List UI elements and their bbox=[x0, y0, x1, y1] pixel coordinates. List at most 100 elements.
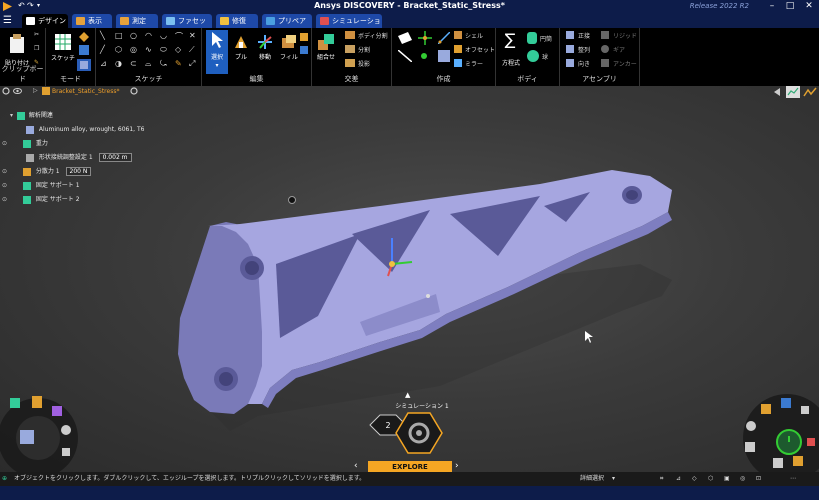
graph-panel-icon[interactable] bbox=[803, 86, 817, 98]
status-tool-3-icon[interactable]: ◇ bbox=[692, 472, 697, 486]
origin-icon[interactable] bbox=[418, 31, 432, 45]
radial-option-3-icon[interactable] bbox=[52, 406, 62, 416]
status-tool-6-icon[interactable]: ◎ bbox=[740, 472, 745, 486]
view-section-icon[interactable] bbox=[807, 438, 815, 446]
move-icon[interactable] bbox=[257, 34, 273, 50]
anchor-button[interactable]: アンカー bbox=[613, 59, 637, 68]
tree-support-2[interactable]: ⊙ 固定 サポート 2 bbox=[2, 194, 80, 206]
shell-button[interactable]: シェル bbox=[465, 31, 483, 40]
support1-settings-icon[interactable]: ⊙ bbox=[2, 182, 7, 189]
mirror-icon[interactable] bbox=[454, 59, 462, 67]
close-button[interactable]: ✕ bbox=[800, 0, 818, 13]
force-settings-icon[interactable]: ⊙ bbox=[2, 168, 7, 175]
combine-icon[interactable] bbox=[318, 34, 334, 50]
tab-display[interactable]: 表示 bbox=[72, 14, 112, 28]
status-tool-4-icon[interactable]: ⬡ bbox=[708, 472, 713, 486]
gravity-settings-icon[interactable]: ⊙ bbox=[2, 140, 7, 147]
line-tool-icon[interactable]: ╲ bbox=[100, 31, 105, 40]
view-control-wheel[interactable] bbox=[735, 386, 819, 472]
project-button[interactable]: 投影 bbox=[358, 59, 370, 68]
cylinder-icon[interactable] bbox=[527, 32, 537, 44]
force-value-field[interactable]: 200 N bbox=[65, 167, 92, 176]
point-create-icon[interactable] bbox=[418, 50, 430, 62]
point-tool-icon[interactable]: ◎ bbox=[130, 45, 137, 54]
shell-icon[interactable] bbox=[454, 31, 462, 39]
status-tool-7-icon[interactable]: ⊡ bbox=[756, 472, 761, 486]
bend-tool-icon[interactable]: ⤿ bbox=[160, 59, 167, 69]
orient-button[interactable]: 整列 bbox=[578, 45, 590, 54]
view-direction-icon[interactable] bbox=[774, 87, 784, 97]
extend-tool-icon[interactable]: ⟋ bbox=[189, 45, 195, 55]
copy-icon[interactable]: ❐ bbox=[34, 45, 39, 52]
edit-extra-icon[interactable] bbox=[300, 33, 308, 41]
simulation-control[interactable]: 2 bbox=[366, 411, 456, 459]
status-tool-2-icon[interactable]: ⊿ bbox=[676, 472, 681, 486]
direction-icon[interactable] bbox=[566, 59, 574, 67]
section-mode-icon[interactable] bbox=[79, 32, 89, 42]
offset-tool-icon[interactable]: ◇ bbox=[175, 45, 181, 54]
pull-button[interactable]: プル bbox=[230, 52, 252, 61]
status-tool-1-icon[interactable]: ⌗ bbox=[660, 472, 663, 486]
tree-gravity[interactable]: ⊙ 重力 bbox=[2, 138, 48, 150]
cylinder-create-icon[interactable] bbox=[438, 50, 450, 62]
visibility-eye-icon[interactable] bbox=[13, 87, 22, 95]
orient-icon[interactable] bbox=[566, 45, 574, 53]
view-rotate-icon[interactable] bbox=[746, 421, 756, 431]
equation-button[interactable]: 方程式 bbox=[498, 58, 524, 67]
view-fit-icon[interactable] bbox=[773, 458, 783, 468]
tab-measure[interactable]: 測定 bbox=[116, 14, 158, 28]
selection-radial-menu[interactable] bbox=[0, 386, 90, 472]
sphere-icon[interactable] bbox=[527, 50, 539, 62]
project-icon[interactable] bbox=[345, 59, 355, 67]
move-button[interactable]: 移動 bbox=[254, 52, 276, 61]
select-dropdown-icon[interactable]: ▾ bbox=[206, 62, 228, 69]
equation-icon[interactable]: ∑ bbox=[502, 30, 518, 49]
radial-option-1-icon[interactable] bbox=[10, 398, 20, 408]
arc2-tool-icon[interactable]: ◡ bbox=[160, 31, 167, 40]
project-tool-icon[interactable]: ⊿ bbox=[100, 59, 107, 68]
radial-option-4-icon[interactable] bbox=[61, 425, 71, 435]
sketch-grid-icon[interactable] bbox=[55, 34, 71, 50]
ellipse-tool-icon[interactable]: ⬭ bbox=[160, 45, 167, 55]
mode-next-icon[interactable]: › bbox=[455, 461, 459, 471]
maximize-button[interactable]: □ bbox=[781, 0, 799, 13]
breadcrumb[interactable]: Bracket_Static_Stress* bbox=[52, 88, 119, 95]
line-create-icon[interactable] bbox=[398, 50, 412, 62]
view-cube-icon[interactable] bbox=[761, 404, 771, 414]
tree-root[interactable]: ▾ 解析関連 bbox=[10, 110, 53, 122]
gear-button[interactable]: ギア bbox=[613, 45, 625, 54]
tab-design[interactable]: デザイン bbox=[22, 14, 68, 28]
tab-prepare[interactable]: プリペア bbox=[262, 14, 312, 28]
tangent-line-icon[interactable]: ╱ bbox=[100, 45, 105, 54]
tree-support-1[interactable]: ⊙ 固定 サポート 1 bbox=[2, 180, 80, 192]
split-button[interactable]: 分割 bbox=[358, 45, 370, 54]
pull-icon[interactable] bbox=[233, 34, 249, 50]
trim-tool-icon[interactable]: ✕ bbox=[189, 31, 196, 40]
fillet-tool-icon[interactable]: ⌒ bbox=[175, 31, 183, 42]
status-tool-5-icon[interactable]: ▣ bbox=[724, 472, 730, 486]
rigid-icon[interactable] bbox=[601, 31, 609, 39]
view-front-icon[interactable] bbox=[801, 406, 809, 414]
axis-icon[interactable] bbox=[438, 32, 450, 44]
support2-settings-icon[interactable]: ⊙ bbox=[2, 196, 7, 203]
status-tool-8-icon[interactable]: ⋯ bbox=[790, 472, 796, 486]
rectangle-tool-icon[interactable]: □ bbox=[115, 31, 123, 40]
mode-prev-icon[interactable]: ‹ bbox=[354, 461, 358, 471]
tab-simulation[interactable]: シミュレーション bbox=[316, 14, 382, 39]
tree-material[interactable]: Aluminum alloy, wrought, 6061, T6 bbox=[26, 124, 144, 136]
direction-button[interactable]: 向き bbox=[578, 59, 590, 68]
selection-filter-dropdown-icon[interactable]: ▾ bbox=[612, 472, 615, 486]
split-line-icon[interactable]: ⤢ bbox=[189, 59, 195, 69]
align-icon[interactable] bbox=[566, 31, 574, 39]
fill-icon[interactable] bbox=[281, 34, 297, 50]
split-body-button[interactable]: ボディ分割 bbox=[358, 31, 388, 40]
tree-contact[interactable]: 形状接続調整設定 1 0.002 m bbox=[26, 152, 132, 164]
offset-icon[interactable] bbox=[454, 45, 462, 53]
view-zoom-icon[interactable] bbox=[745, 442, 755, 452]
combine-button[interactable]: 組合せ bbox=[314, 52, 338, 61]
paste-icon[interactable] bbox=[9, 34, 25, 54]
settings-gear-icon[interactable] bbox=[2, 87, 10, 95]
radial-option-2-icon[interactable] bbox=[32, 396, 42, 408]
face-curve-icon[interactable]: ◑ bbox=[115, 59, 122, 68]
breadcrumb-settings-icon[interactable] bbox=[130, 87, 138, 95]
